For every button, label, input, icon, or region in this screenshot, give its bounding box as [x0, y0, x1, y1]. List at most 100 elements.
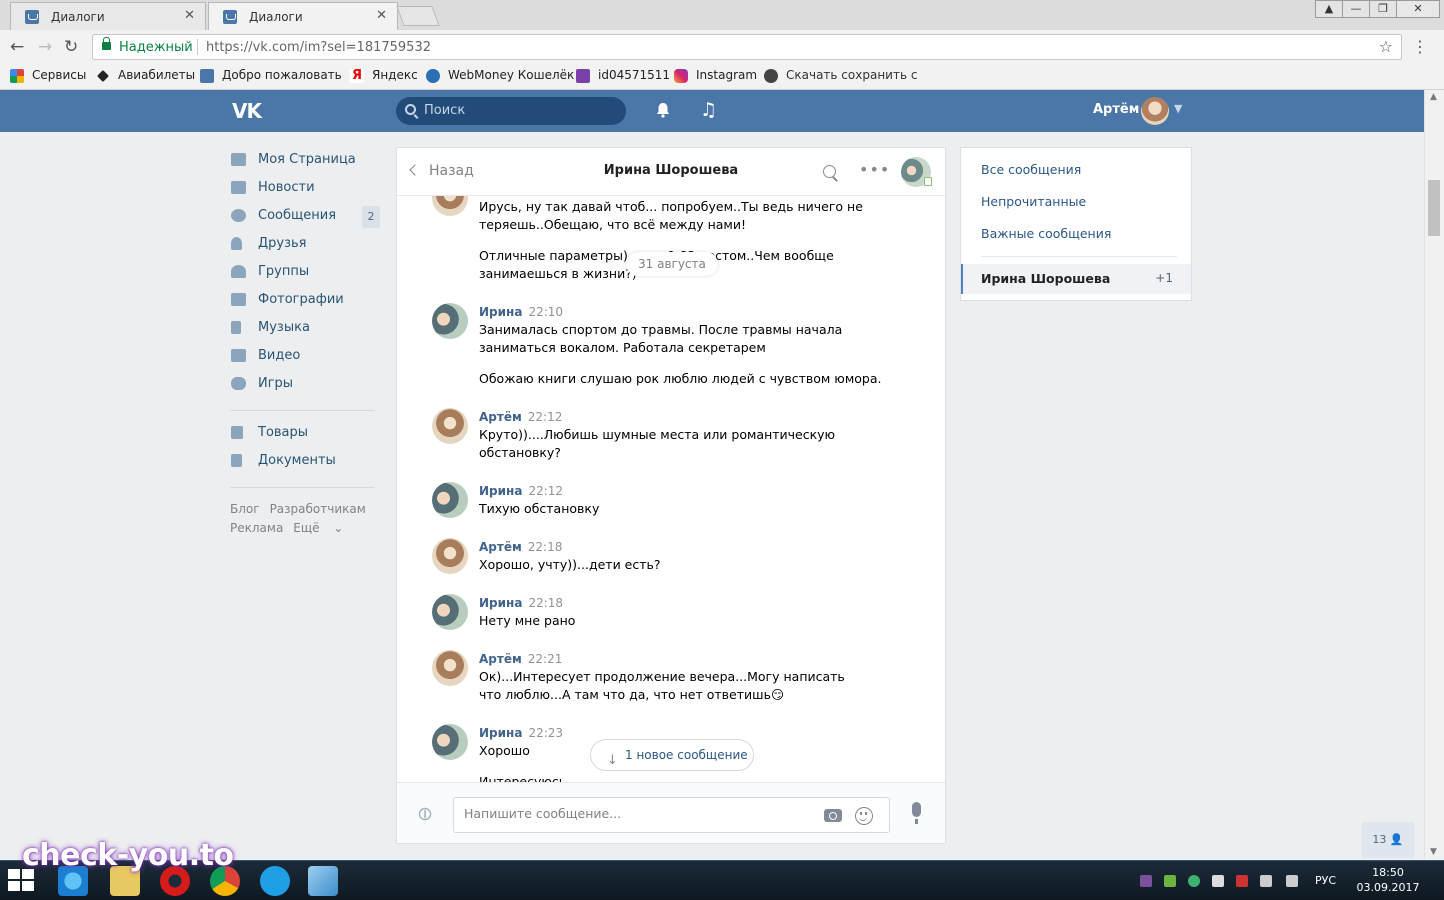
sidebar-item-photos[interactable]: Фотографии	[230, 290, 382, 318]
system-clock[interactable]: 18:50 03.09.2017	[1356, 865, 1420, 895]
sidebar-item-my-page[interactable]: Моя Страница	[230, 150, 382, 178]
more-icon[interactable]: •••	[859, 160, 890, 179]
url-field[interactable]: Надежный https://vk.com/im?sel=181759532…	[92, 34, 1402, 60]
active-dialog-item[interactable]: Ирина Шорошева +1	[961, 264, 1191, 294]
sidebar-item-messages[interactable]: Сообщения 2	[230, 206, 382, 234]
browser-tab[interactable]: Диалоги ✕	[10, 2, 206, 30]
scroll-down-icon[interactable]: ▼	[1430, 847, 1437, 857]
window-controls: ▲ — ❐ ✕	[1315, 0, 1440, 20]
bookmark-star-icon[interactable]: ☆	[1379, 37, 1393, 56]
filter-unread[interactable]: Непрочитанные	[981, 194, 1086, 209]
minimize-icon[interactable]: —	[1342, 0, 1370, 18]
paperclip-icon[interactable]: ⊘	[412, 801, 439, 828]
avatar[interactable]	[432, 482, 468, 518]
avatar[interactable]	[432, 303, 468, 339]
bookmark-download[interactable]: Скачать сохранить с	[764, 68, 917, 83]
user-name[interactable]: Артём	[1093, 102, 1139, 117]
browser-tab-active[interactable]: Диалоги ✕	[208, 2, 398, 30]
notepad-icon[interactable]	[308, 866, 338, 896]
viber-icon[interactable]	[1140, 875, 1152, 887]
new-message-button[interactable]: ↓ 1 новое сообщение	[590, 739, 754, 771]
avatar[interactable]	[432, 724, 468, 760]
url-text[interactable]: https://vk.com/im?sel=181759532	[206, 40, 431, 55]
forward-arrow-icon[interactable]: →	[38, 37, 52, 57]
flag-icon[interactable]	[1212, 875, 1224, 887]
chevron-down-icon[interactable]: ▼	[1174, 102, 1182, 115]
message-time: 22:10	[528, 305, 564, 319]
documents-icon	[231, 454, 242, 467]
maximize-icon[interactable]: ❐	[1369, 0, 1397, 18]
music-note-icon[interactable]: ♫	[700, 99, 717, 121]
search-input[interactable]: Поиск	[396, 97, 626, 125]
sidebar-item-goods[interactable]: Товары	[230, 423, 382, 451]
avatar[interactable]	[432, 594, 468, 630]
avatar[interactable]	[432, 196, 468, 216]
skype-icon[interactable]	[260, 866, 290, 896]
scroll-thumb[interactable]	[1428, 180, 1440, 236]
page-scrollbar[interactable]: ▲ ▼	[1424, 90, 1444, 860]
microphone-icon[interactable]	[912, 802, 921, 824]
bookmark-webmoney[interactable]: WebMoney Кошелёк	[426, 68, 574, 83]
footer-link-more[interactable]: Ещё ⌄	[293, 521, 343, 535]
clock-time: 18:50	[1372, 866, 1404, 879]
sidebar-item-news[interactable]: Новости	[230, 178, 382, 206]
vk-logo-icon[interactable]: VK	[232, 99, 262, 123]
download-icon	[764, 69, 778, 83]
bell-icon[interactable]	[655, 102, 671, 118]
message-field[interactable]	[464, 806, 804, 821]
sidebar-item-friends[interactable]: Друзья	[230, 234, 382, 262]
message-input[interactable]	[453, 797, 890, 833]
browser-menu-icon[interactable]: ⋮	[1412, 37, 1428, 56]
tab-close-icon[interactable]: ✕	[184, 8, 195, 23]
message-list[interactable]: 31 августа Ирусь, ну так давай чтоб... п…	[397, 196, 945, 782]
camera-icon[interactable]	[824, 809, 842, 822]
filter-all-messages[interactable]: Все сообщения	[981, 162, 1081, 177]
message-author[interactable]: Ирина	[479, 484, 522, 498]
bookmark-aviatickets[interactable]: Авиабилеты	[96, 68, 195, 82]
reload-icon[interactable]: ↻	[64, 37, 78, 57]
sidebar-item-games[interactable]: Игры	[230, 374, 382, 402]
search-icon	[405, 104, 416, 115]
sidebar-item-music[interactable]: Музыка	[230, 318, 382, 346]
avatar[interactable]	[901, 157, 932, 187]
search-icon[interactable]	[823, 165, 836, 178]
input-language[interactable]: РУС	[1315, 874, 1336, 887]
bookmark-services[interactable]: Сервисы	[10, 68, 86, 83]
emoji-icon[interactable]	[855, 807, 873, 825]
bookmark-instagram[interactable]: Instagram	[674, 68, 757, 83]
network-icon[interactable]	[1260, 875, 1272, 887]
message-author[interactable]: Артём	[479, 540, 522, 554]
message-author[interactable]: Артём	[479, 410, 522, 424]
message-author[interactable]: Ирина	[479, 305, 522, 319]
bookmark-yandex[interactable]: Я Яндекс	[350, 68, 418, 83]
new-tab-button[interactable]	[396, 6, 440, 26]
tray-app-icon[interactable]	[1164, 875, 1176, 887]
search-placeholder: Поиск	[424, 103, 466, 118]
footer-link-developers[interactable]: Разработчикам	[270, 502, 366, 516]
bookmark-welcome[interactable]: Добро пожаловать	[200, 68, 342, 83]
avatar[interactable]	[432, 538, 468, 574]
sidebar-item-documents[interactable]: Документы	[230, 451, 382, 479]
footer-link-blog[interactable]: Блог	[230, 502, 260, 516]
bookmark-id[interactable]: id04571511	[576, 68, 670, 83]
avatar[interactable]	[432, 650, 468, 686]
tab-close-icon[interactable]: ✕	[376, 8, 387, 23]
tray-app-icon[interactable]	[1236, 875, 1248, 887]
filter-important[interactable]: Важные сообщения	[981, 226, 1111, 241]
online-friends-counter[interactable]: 13 👤	[1362, 822, 1414, 858]
skype-tray-icon[interactable]	[1188, 875, 1200, 887]
message-author[interactable]: Ирина	[479, 596, 522, 610]
message-author[interactable]: Артём	[479, 652, 522, 666]
window-close-icon[interactable]: ✕	[1396, 0, 1440, 18]
sidebar-item-groups[interactable]: Группы	[230, 262, 382, 290]
avatar[interactable]	[432, 408, 468, 444]
message-text: Нету мне рано	[479, 613, 576, 628]
back-arrow-icon[interactable]: ←	[10, 37, 24, 57]
user-profile-icon[interactable]: ▲	[1315, 0, 1343, 18]
message-author[interactable]: Ирина	[479, 726, 522, 740]
scroll-up-icon[interactable]: ▲	[1430, 92, 1437, 102]
sidebar-item-video[interactable]: Видео	[230, 346, 382, 374]
avatar[interactable]	[1141, 97, 1169, 125]
volume-icon[interactable]	[1286, 875, 1298, 887]
footer-link-ads[interactable]: Реклама	[230, 521, 283, 535]
